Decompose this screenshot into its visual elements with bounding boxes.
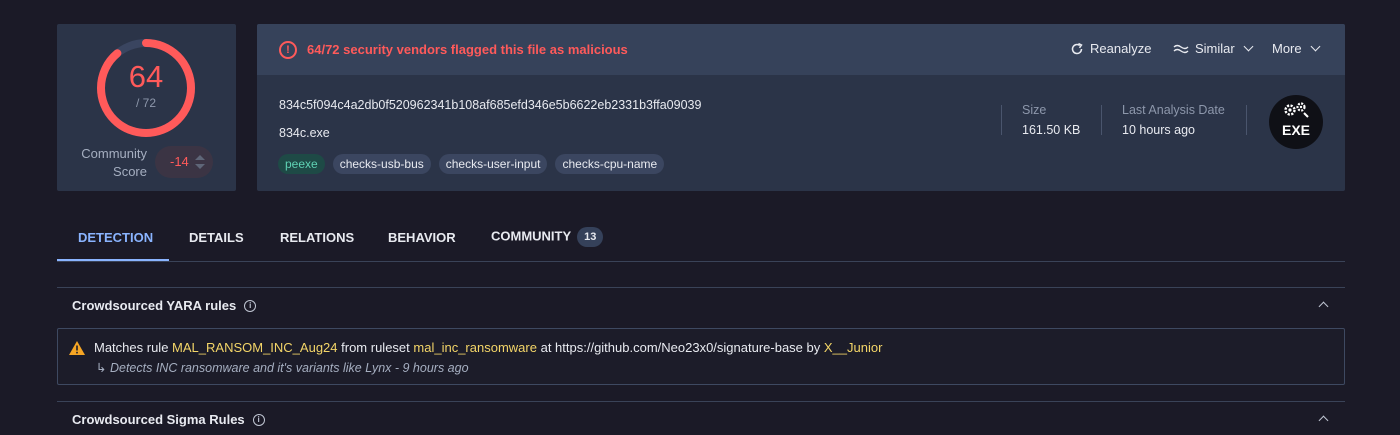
tab-relations[interactable]: RELATIONS (280, 230, 354, 245)
info-icon[interactable]: i (244, 299, 257, 312)
size-value: 161.50 KB (1022, 123, 1081, 137)
divider (1246, 105, 1247, 135)
chevron-up-icon[interactable] (1318, 301, 1329, 312)
more-dropdown[interactable]: More (1272, 41, 1321, 56)
sigma-section-title: Crowdsourced Sigma Rules (72, 412, 245, 427)
tab-details[interactable]: DETAILS (189, 230, 244, 245)
tab-detection[interactable]: DETECTION (78, 230, 153, 245)
similar-icon (1173, 44, 1189, 53)
tabs-divider (57, 261, 1345, 262)
yara-author-link[interactable]: X__Junior (824, 340, 883, 355)
chevron-down-icon (1243, 41, 1254, 52)
chevron-down-icon (1310, 41, 1321, 52)
divider (1001, 105, 1002, 135)
reanalyze-label: Reanalyze (1090, 41, 1152, 56)
alert-text: 64/72 security vendors flagged this file… (307, 42, 628, 57)
alert-circle-icon: ! (279, 41, 297, 59)
vote-up-icon[interactable] (195, 155, 205, 160)
yara-match-text: Matches rule MAL_RANSOM_INC_Aug24 from r… (94, 340, 883, 355)
file-type-badge: EXE (1269, 95, 1323, 149)
tag-checks-usb-bus[interactable]: checks-usb-bus (332, 154, 431, 174)
yara-rule-link[interactable]: MAL_RANSOM_INC_Aug24 (172, 340, 337, 355)
similar-dropdown[interactable]: Similar (1173, 41, 1254, 56)
vote-down-icon[interactable] (195, 164, 205, 169)
file-info-card: ! 64/72 security vendors flagged this fi… (257, 24, 1345, 191)
detection-count: 64 (128, 59, 164, 94)
last-analysis-value: 10 hours ago (1122, 123, 1195, 137)
sigma-section-header[interactable]: Crowdsourced Sigma Rules i (72, 412, 265, 427)
reanalyze-button[interactable]: Reanalyze (1070, 41, 1151, 56)
file-type-label: EXE (1281, 122, 1310, 138)
yara-section-header[interactable]: Crowdsourced YARA rules i (72, 298, 257, 313)
chevron-up-icon[interactable] (1318, 415, 1329, 426)
warning-triangle-icon (69, 341, 85, 355)
size-label: Size (1022, 103, 1047, 117)
alert-bar: ! 64/72 security vendors flagged this fi… (257, 24, 1345, 75)
detection-total: / 72 (135, 96, 156, 110)
tag-peexe[interactable]: peexe (278, 154, 325, 174)
reply-arrow-icon: ↳ (96, 361, 107, 375)
section-divider (57, 287, 1345, 288)
community-count-badge: 13 (577, 227, 604, 247)
similar-label: Similar (1195, 41, 1235, 56)
yara-ruleset-link[interactable]: mal_inc_ransomware (413, 340, 537, 355)
main-tabs: DETECTION DETAILS RELATIONS BEHAVIOR COM… (57, 216, 1345, 262)
file-tags: peexe checks-usb-bus checks-user-input c… (278, 154, 665, 174)
tab-behavior[interactable]: BEHAVIOR (388, 230, 456, 245)
refresh-icon (1071, 42, 1083, 54)
info-icon[interactable]: i (252, 413, 265, 426)
file-name: 834c.exe (279, 126, 330, 140)
tab-community[interactable]: COMMUNITY 13 (491, 227, 604, 247)
last-analysis-label: Last Analysis Date (1122, 103, 1225, 117)
community-score-widget[interactable]: -14 (155, 146, 213, 178)
detection-score-card: 64 / 72 Community Score -14 (57, 24, 236, 191)
yara-section-title: Crowdsourced YARA rules (72, 298, 237, 313)
file-hash[interactable]: 834c5f094c4a2db0f520962341b108af685efd34… (279, 98, 701, 112)
divider (1101, 105, 1102, 135)
more-label: More (1272, 41, 1302, 56)
community-score-label: Community Score (81, 146, 147, 179)
section-divider (57, 401, 1345, 402)
yara-match-row: Matches rule MAL_RANSOM_INC_Aug24 from r… (57, 328, 1345, 385)
tab-community-label: COMMUNITY (491, 228, 572, 244)
tag-checks-user-input[interactable]: checks-user-input (438, 154, 548, 174)
community-score-value: -14 (170, 154, 189, 169)
tag-checks-cpu-name[interactable]: checks-cpu-name (555, 154, 665, 174)
gears-icon (1284, 102, 1309, 118)
yara-description: ↳ Detects INC ransomware and it's varian… (96, 361, 469, 375)
